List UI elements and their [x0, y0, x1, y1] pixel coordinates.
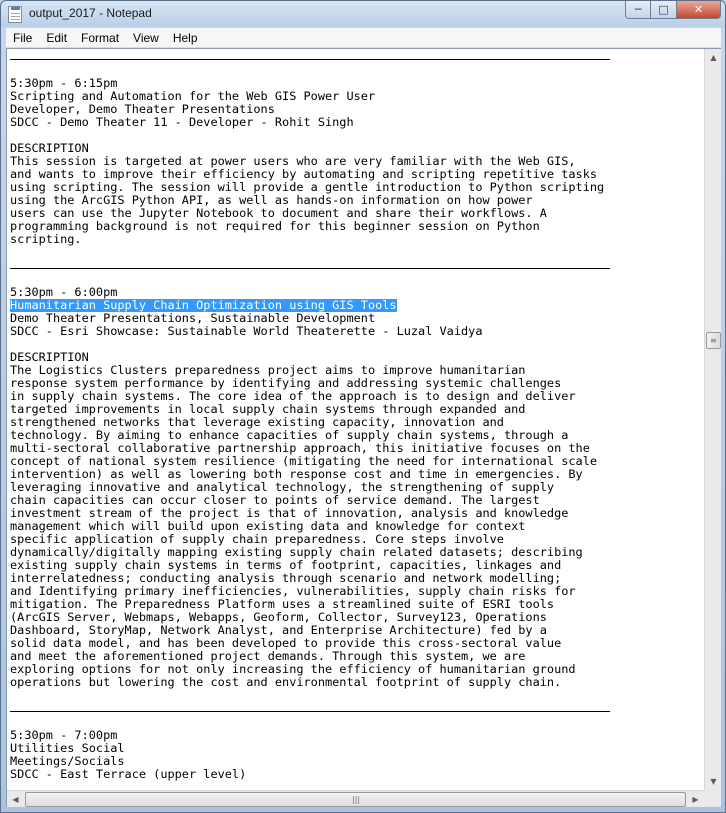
- title-bar[interactable]: output_2017 - Notepad ─ □ ✕: [1, 1, 725, 27]
- maximize-button[interactable]: □: [651, 1, 677, 19]
- vertical-scrollbar[interactable]: ▲ ≡ ▼: [704, 49, 721, 790]
- caption-buttons: ─ □ ✕: [625, 1, 721, 19]
- client-area: 5:30pm - 6:15pm Scripting and Automation…: [6, 48, 721, 807]
- scroll-up-arrow-icon[interactable]: ▲: [705, 49, 722, 66]
- menu-bar: File Edit Format View Help: [6, 28, 721, 48]
- session-location: SDCC - Esri Showcase: Sustainable World …: [10, 324, 483, 338]
- horizontal-scroll-thumb[interactable]: |||: [25, 792, 686, 807]
- size-grip[interactable]: [704, 790, 721, 807]
- description-line: scripting.: [10, 232, 82, 246]
- vertical-scroll-thumb[interactable]: ≡: [706, 332, 721, 349]
- separator-line: [10, 268, 610, 269]
- menu-format[interactable]: Format: [74, 28, 126, 48]
- close-button[interactable]: ✕: [677, 1, 721, 19]
- text-editor[interactable]: 5:30pm - 6:15pm Scripting and Automation…: [7, 49, 704, 790]
- menu-edit[interactable]: Edit: [39, 28, 74, 48]
- notepad-icon[interactable]: [8, 6, 22, 23]
- menu-help[interactable]: Help: [166, 28, 205, 48]
- separator-line: [10, 711, 610, 712]
- scroll-right-arrow-icon[interactable]: ▶: [687, 791, 704, 808]
- separator-line: [10, 59, 610, 60]
- description-line: operations but lowering the cost and env…: [10, 675, 562, 689]
- menu-file[interactable]: File: [6, 28, 39, 48]
- scroll-left-arrow-icon[interactable]: ◀: [7, 791, 24, 808]
- scroll-down-arrow-icon[interactable]: ▼: [705, 773, 722, 790]
- grip-icon: |||: [352, 795, 361, 804]
- session-location: SDCC - Demo Theater 11 - Developer - Roh…: [10, 115, 354, 129]
- grip-icon: ≡: [710, 336, 717, 345]
- session-location: SDCC - East Terrace (upper level): [10, 767, 247, 781]
- description-line: programming background is not required f…: [10, 219, 540, 233]
- notepad-window: output_2017 - Notepad ─ □ ✕ File Edit Fo…: [0, 0, 726, 813]
- horizontal-scrollbar[interactable]: ◀ ||| ▶: [7, 790, 704, 807]
- window-title: output_2017 - Notepad: [29, 6, 152, 20]
- menu-view[interactable]: View: [126, 28, 166, 48]
- minimize-button[interactable]: ─: [625, 1, 651, 19]
